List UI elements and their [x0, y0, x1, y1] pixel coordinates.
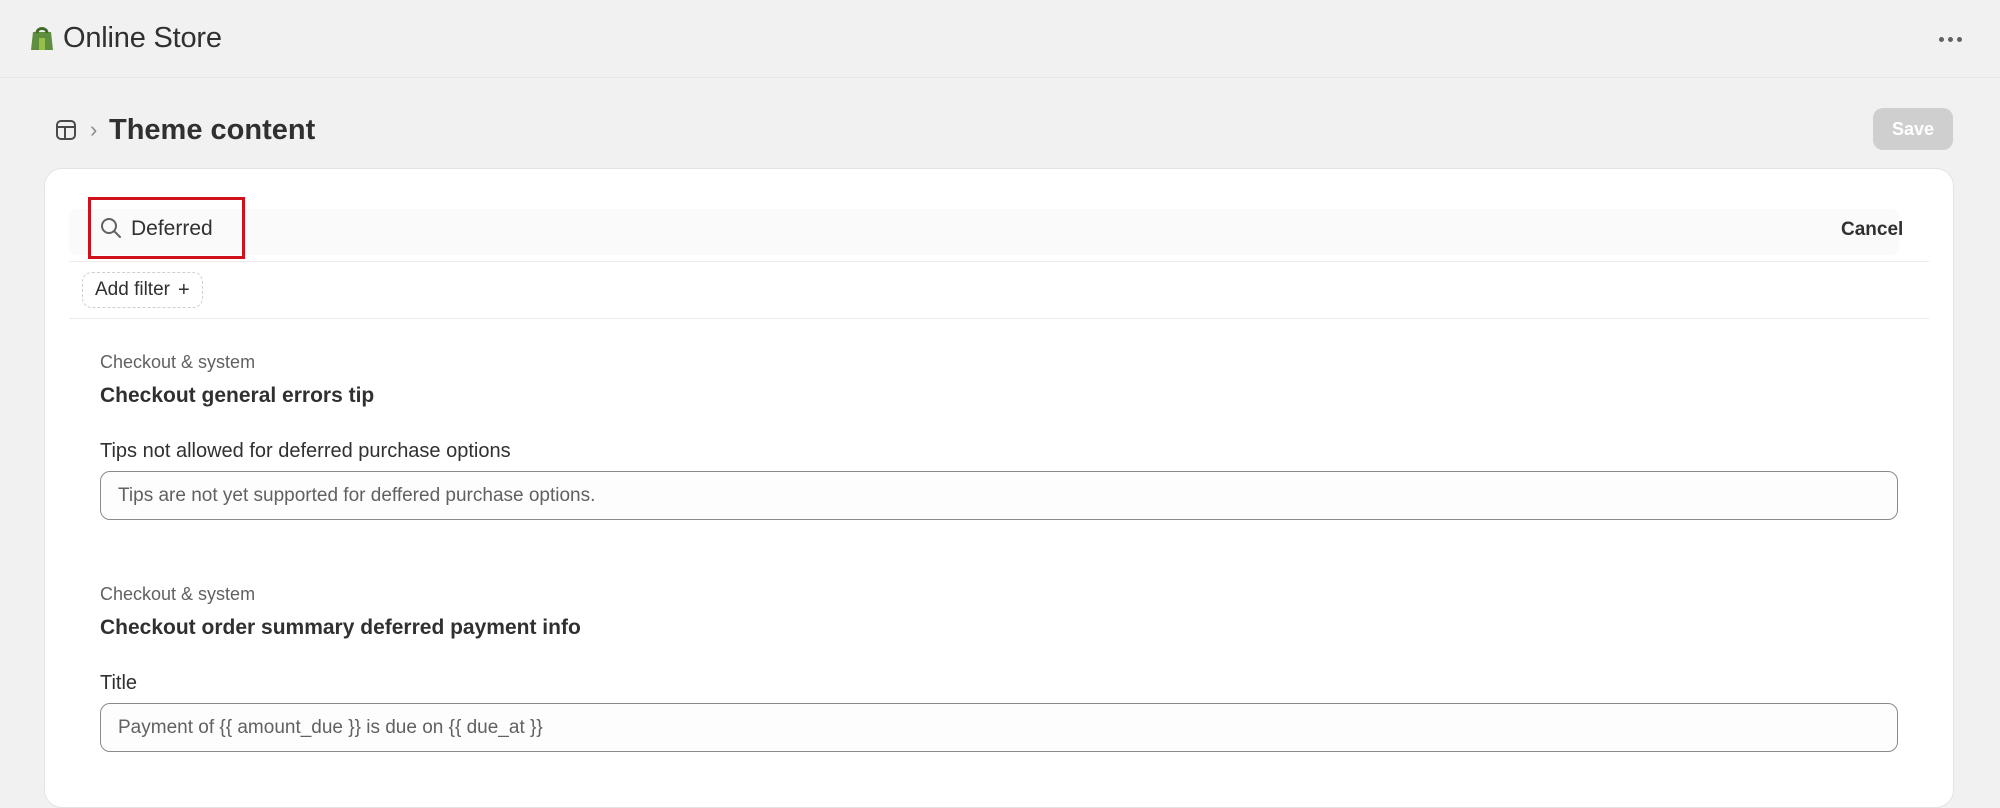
- breadcrumb-separator: ›: [90, 117, 98, 142]
- more-actions-button[interactable]: [1934, 24, 1966, 54]
- shopify-bag-icon: [31, 27, 53, 50]
- add-filter-label: Add filter: [95, 279, 170, 300]
- cancel-button[interactable]: Cancel: [1835, 213, 1909, 247]
- translation-input[interactable]: [100, 703, 1898, 752]
- section-category: Checkout & system: [100, 584, 256, 604]
- search-input[interactable]: [129, 211, 1829, 247]
- translation-input[interactable]: [100, 471, 1898, 520]
- divider: [69, 261, 1929, 262]
- ellipsis-horizontal-icon: [1938, 36, 1944, 42]
- section-title: Checkout order summary deferred payment …: [100, 616, 581, 639]
- search-icon: [101, 218, 121, 238]
- app-bar: Online Store: [0, 0, 2000, 78]
- page-title: Theme content: [109, 114, 316, 146]
- section-category: Checkout & system: [100, 352, 256, 372]
- save-button[interactable]: Save: [1873, 108, 1953, 150]
- field-label: Title: [100, 672, 138, 694]
- plus-icon: +: [177, 279, 190, 301]
- theme-layout-icon[interactable]: [54, 118, 78, 142]
- field-label: Tips not allowed for deferred purchase o…: [100, 440, 511, 462]
- section-title: Checkout general errors tip: [100, 384, 375, 407]
- app-title: Online Store: [63, 22, 222, 54]
- divider: [69, 318, 1929, 319]
- theme-content-card: Cancel Add filter + Checkout & system Ch…: [44, 168, 1954, 808]
- add-filter-button[interactable]: Add filter +: [82, 272, 203, 308]
